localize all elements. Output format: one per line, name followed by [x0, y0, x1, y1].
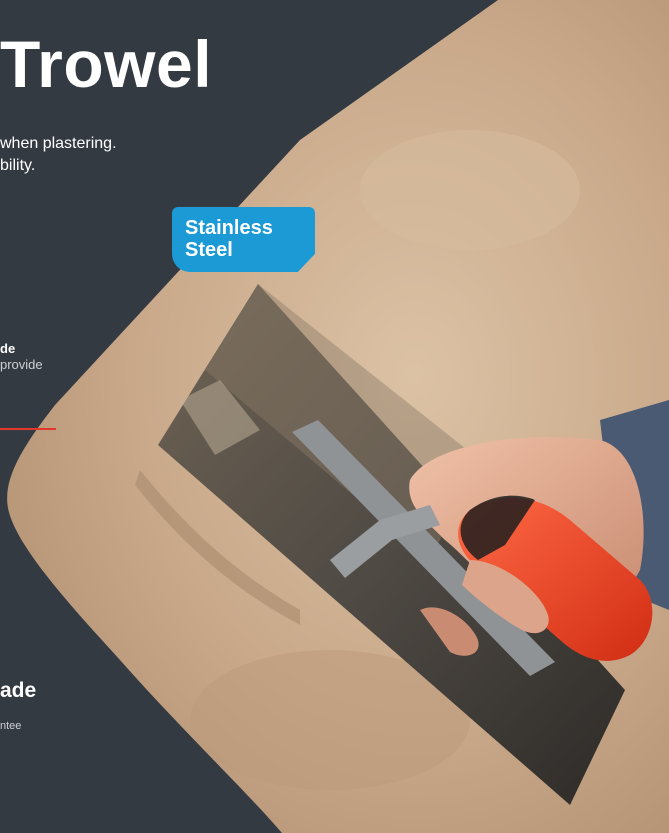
intro-line-2: bility.: [0, 157, 36, 174]
product-panel: Trowel when plastering. bility. Stainles…: [0, 0, 669, 833]
feature-item-1: de provide: [0, 341, 170, 373]
product-title: Trowel: [0, 27, 213, 101]
intro-line-1: when plastering.: [0, 135, 117, 152]
badge-line-1: Stainless: [185, 217, 273, 239]
feature-item-2: ade ntee: [0, 679, 110, 733]
product-intro: when plastering. bility.: [0, 133, 117, 177]
divider-line: [0, 428, 56, 430]
badge-line-2: Steel: [185, 239, 233, 261]
feature-2-title: ade: [0, 679, 37, 702]
feature-1-title: de: [0, 341, 16, 356]
material-badge: Stainless Steel: [172, 207, 315, 272]
feature-2-desc: ntee: [0, 720, 22, 732]
feature-1-desc: provide: [0, 357, 43, 372]
